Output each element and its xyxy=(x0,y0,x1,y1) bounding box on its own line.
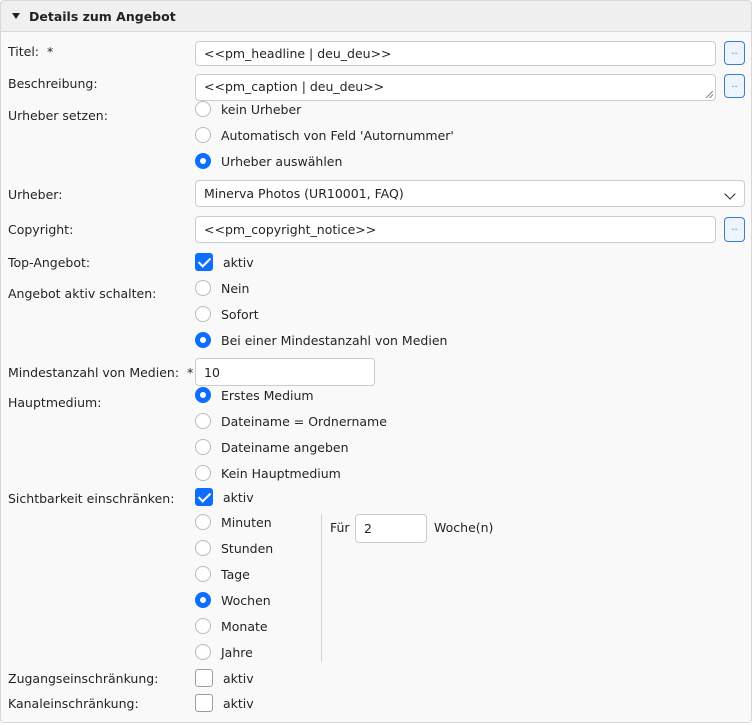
radio-selected-icon[interactable] xyxy=(195,592,211,608)
radio-kein-hauptmedium[interactable]: Kein Hauptmedium xyxy=(195,465,341,481)
radio-icon[interactable] xyxy=(195,644,211,660)
sichtbarkeit-label: Sichtbarkeit einschränken: xyxy=(8,491,175,506)
titel-input[interactable]: <<pm_headline | deu_deu>> xyxy=(195,41,716,66)
angebot-aktiv-label: Angebot aktiv schalten: xyxy=(8,286,157,301)
radio-tage[interactable]: Tage xyxy=(195,566,250,582)
radio-icon[interactable] xyxy=(195,101,211,117)
radio-icon[interactable] xyxy=(195,127,211,143)
hauptmedium-label: Hauptmedium: xyxy=(8,395,102,410)
copyright-picker-button[interactable]: .. xyxy=(724,217,745,242)
panel-header[interactable]: Details zum Angebot xyxy=(1,1,751,32)
beschreibung-label: Beschreibung: xyxy=(8,76,98,91)
required-marker: * xyxy=(187,365,194,380)
radio-icon[interactable] xyxy=(195,306,211,322)
top-angebot-checkbox[interactable]: aktiv xyxy=(195,253,254,271)
radio-kein-urheber[interactable]: kein Urheber xyxy=(195,101,301,117)
required-marker: * xyxy=(46,44,54,59)
copyright-input[interactable]: <<pm_copyright_notice>> xyxy=(195,216,716,243)
urheber-setzen-label: Urheber setzen: xyxy=(8,108,108,123)
radio-jahre[interactable]: Jahre xyxy=(195,644,253,660)
chevron-down-icon xyxy=(724,188,736,200)
titel-picker-button[interactable]: .. xyxy=(724,41,745,65)
radio-erstes-medium[interactable]: Erstes Medium xyxy=(195,387,314,403)
radio-wochen[interactable]: Wochen xyxy=(195,592,271,608)
radio-selected-icon[interactable] xyxy=(195,332,211,348)
beschreibung-textarea[interactable]: <<pm_caption | deu_deu>> xyxy=(195,74,716,101)
fuer-duration-input[interactable]: 2 xyxy=(355,514,427,543)
checkbox-checked-icon[interactable] xyxy=(195,253,213,271)
radio-automatisch[interactable]: Automatisch von Feld 'Autornummer' xyxy=(195,127,454,143)
radio-icon[interactable] xyxy=(195,413,211,429)
sichtbarkeit-checkbox[interactable]: aktiv xyxy=(195,488,254,506)
radio-selected-icon[interactable] xyxy=(195,387,211,403)
top-angebot-label: Top-Angebot: xyxy=(8,255,91,270)
radio-monate[interactable]: Monate xyxy=(195,618,268,634)
divider xyxy=(321,514,322,662)
panel-title: Details zum Angebot xyxy=(29,8,176,24)
zugang-label: Zugangseinschränkung: xyxy=(8,671,159,686)
radio-selected-icon[interactable] xyxy=(195,153,211,169)
radio-icon[interactable] xyxy=(195,566,211,582)
radio-stunden[interactable]: Stunden xyxy=(195,540,273,556)
urheber-select[interactable]: Minerva Photos (UR10001, FAQ) xyxy=(195,180,745,207)
kanal-checkbox[interactable]: aktiv xyxy=(195,694,254,712)
titel-label: Titel: * xyxy=(8,44,54,59)
mindestanzahl-label: Mindestanzahl von Medien: * xyxy=(8,365,194,380)
kanal-label: Kanaleinschränkung: xyxy=(8,696,139,711)
checkbox-icon[interactable] xyxy=(195,669,213,687)
radio-icon[interactable] xyxy=(195,439,211,455)
radio-icon[interactable] xyxy=(195,280,211,296)
offer-details-panel: Details zum Angebot Titel: * <<pm_headli… xyxy=(0,0,752,723)
radio-sofort[interactable]: Sofort xyxy=(195,306,259,322)
radio-dateiname-ordnername[interactable]: Dateiname = Ordnername xyxy=(195,413,387,429)
resize-handle-icon[interactable] xyxy=(706,91,713,98)
fuer-unit-label: Woche(n) xyxy=(434,520,494,535)
copyright-label: Copyright: xyxy=(8,222,74,237)
radio-mindestanzahl[interactable]: Bei einer Mindestanzahl von Medien xyxy=(195,332,447,348)
fuer-label: Für xyxy=(330,520,350,535)
radio-minuten[interactable]: Minuten xyxy=(195,514,272,530)
radio-nein[interactable]: Nein xyxy=(195,280,249,296)
beschreibung-picker-button[interactable]: .. xyxy=(724,74,745,98)
checkbox-checked-icon[interactable] xyxy=(195,488,213,506)
zugang-checkbox[interactable]: aktiv xyxy=(195,669,254,687)
radio-icon[interactable] xyxy=(195,465,211,481)
radio-icon[interactable] xyxy=(195,540,211,556)
urheber-label: Urheber: xyxy=(8,187,63,202)
mindestanzahl-input[interactable]: 10 xyxy=(195,358,375,386)
radio-dateiname-angeben[interactable]: Dateiname angeben xyxy=(195,439,349,455)
caret-down-icon[interactable] xyxy=(12,13,20,19)
radio-icon[interactable] xyxy=(195,618,211,634)
checkbox-icon[interactable] xyxy=(195,694,213,712)
radio-urheber-auswaehlen[interactable]: Urheber auswählen xyxy=(195,153,342,169)
radio-icon[interactable] xyxy=(195,514,211,530)
